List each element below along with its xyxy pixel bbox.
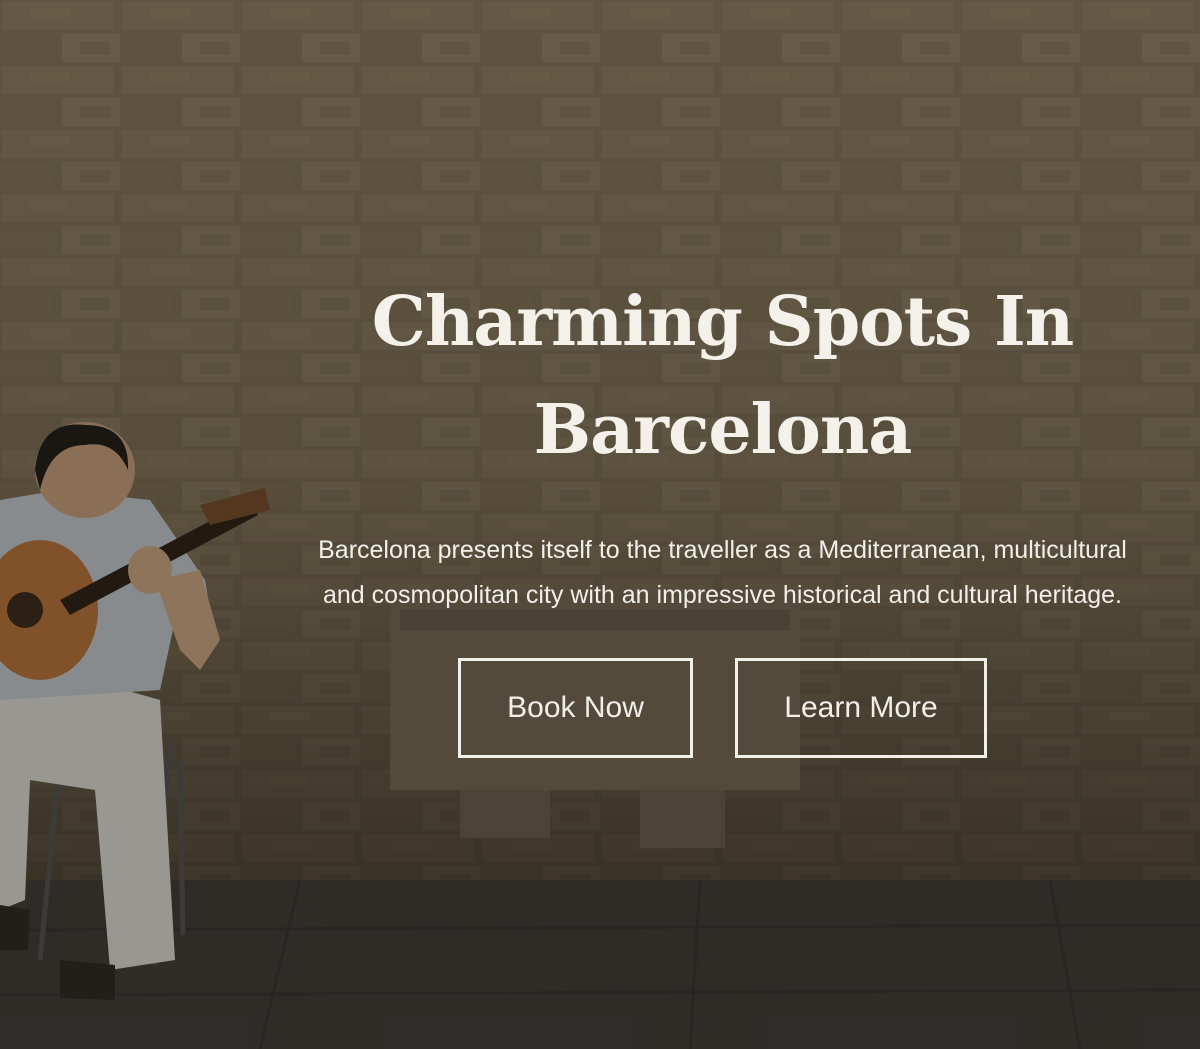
hero-title: Charming Spots In Barcelona — [371, 282, 1075, 470]
hero-section: Charming Spots In Barcelona Barcelona pr… — [0, 0, 1200, 1049]
hero-buttons: Book Now Learn More — [300, 658, 1145, 758]
book-now-button[interactable]: Book Now — [458, 658, 693, 758]
hero-subtitle: Barcelona presents itself to the travell… — [318, 536, 1127, 609]
learn-more-button[interactable]: Learn More — [735, 658, 987, 758]
hero-content: Charming Spots In Barcelona Barcelona pr… — [300, 268, 1145, 758]
